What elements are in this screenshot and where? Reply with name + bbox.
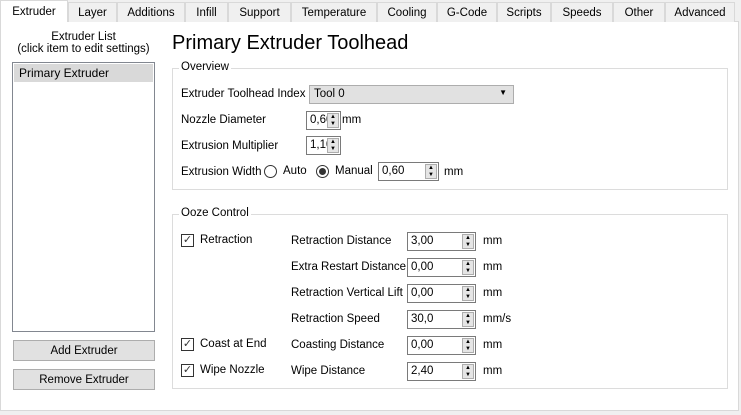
multiplier-label: Extrusion Multiplier xyxy=(181,140,279,152)
spin-arrows-icon[interactable]: ▲ ▼ xyxy=(462,364,474,379)
retraction-vertical-lift-unit: mm xyxy=(483,287,503,299)
auto-radio[interactable] xyxy=(264,165,277,178)
tab-temperature[interactable]: Temperature xyxy=(291,2,377,22)
tab-additions[interactable]: Additions xyxy=(117,2,185,22)
spin-arrows-icon[interactable]: ▲ ▼ xyxy=(462,312,474,327)
retraction-vertical-lift-label: Retraction Vertical Lift xyxy=(291,287,403,299)
coast-at-end-checkbox[interactable]: ✓ xyxy=(181,338,194,351)
retraction-vertical-lift-spinbox[interactable]: 0,00 ▲ ▼ xyxy=(407,284,476,303)
manual-radio[interactable] xyxy=(316,165,329,178)
coasting-distance-unit: mm xyxy=(483,339,503,351)
retraction-label: Retraction xyxy=(200,234,253,246)
spin-arrows-icon[interactable]: ▲ ▼ xyxy=(462,286,474,301)
wipe-nozzle-label: Wipe Nozzle xyxy=(200,364,265,376)
coasting-distance-spinbox[interactable]: 0,00 ▲ ▼ xyxy=(407,336,476,355)
retraction-speed-unit: mm/s xyxy=(483,313,512,325)
checkmark-icon: ✓ xyxy=(182,338,193,350)
nozzle-label: Nozzle Diameter xyxy=(181,114,266,126)
tab-other[interactable]: Other xyxy=(613,2,665,22)
tab-gcode[interactable]: G-Code xyxy=(437,2,497,22)
remove-extruder-button[interactable]: Remove Extruder xyxy=(13,369,155,390)
retraction-speed-label: Retraction Speed xyxy=(291,313,380,325)
tab-scripts[interactable]: Scripts xyxy=(497,2,551,22)
toolhead-dropdown[interactable]: Tool 0 ▼ xyxy=(309,85,514,104)
nozzle-diameter-spinbox[interactable]: 0,60 ▲ ▼ xyxy=(306,111,341,130)
auto-label: Auto xyxy=(283,165,307,177)
spin-arrows-icon[interactable]: ▲ ▼ xyxy=(425,164,437,179)
extra-restart-distance-spinbox[interactable]: 0,00 ▲ ▼ xyxy=(407,258,476,277)
spin-arrows-icon[interactable]: ▲ ▼ xyxy=(462,338,474,353)
checkmark-icon: ✓ xyxy=(182,234,193,246)
retraction-distance-label: Retraction Distance xyxy=(291,235,392,247)
extrusion-multiplier-spinbox[interactable]: 1,10 ▲ ▼ xyxy=(306,136,341,155)
toolhead-label: Extruder Toolhead Index xyxy=(181,88,306,100)
extruder-list[interactable]: Primary Extruder xyxy=(12,62,155,332)
extruder-list-hint: (click item to edit settings) xyxy=(17,43,150,55)
spin-arrows-icon[interactable]: ▲ ▼ xyxy=(327,138,339,153)
retraction-speed-spinbox[interactable]: 30,0 ▲ ▼ xyxy=(407,310,476,329)
wipe-distance-label: Wipe Distance xyxy=(291,365,366,377)
width-unit: mm xyxy=(444,166,464,178)
checkmark-icon: ✓ xyxy=(182,364,193,376)
tab-support[interactable]: Support xyxy=(228,2,291,22)
spin-arrows-icon[interactable]: ▲ ▼ xyxy=(462,234,474,249)
tab-extruder[interactable]: Extruder xyxy=(0,0,68,22)
list-item[interactable]: Primary Extruder xyxy=(14,64,153,82)
tab-infill[interactable]: Infill xyxy=(185,2,228,22)
add-extruder-button[interactable]: Add Extruder xyxy=(13,340,155,361)
chevron-down-icon: ▼ xyxy=(499,88,507,97)
wipe-nozzle-checkbox[interactable]: ✓ xyxy=(181,364,194,377)
extrusion-width-label: Extrusion Width xyxy=(181,166,262,178)
tab-cooling[interactable]: Cooling xyxy=(377,2,437,22)
wipe-distance-unit: mm xyxy=(483,365,503,377)
tab-layer[interactable]: Layer xyxy=(68,2,117,22)
page-title: Primary Extruder Toolhead xyxy=(172,32,409,54)
spin-arrows-icon[interactable]: ▲ ▼ xyxy=(327,113,339,128)
retraction-distance-spinbox[interactable]: 3,00 ▲ ▼ xyxy=(407,232,476,251)
extra-restart-distance-label: Extra Restart Distance xyxy=(291,261,407,273)
ooze-control-label: Ooze Control xyxy=(179,207,251,219)
retraction-checkbox[interactable]: ✓ xyxy=(181,234,194,247)
tab-advanced[interactable]: Advanced xyxy=(665,2,735,22)
coasting-distance-label: Coasting Distance xyxy=(291,339,385,351)
spin-arrows-icon[interactable]: ▲ ▼ xyxy=(462,260,474,275)
tab-speeds[interactable]: Speeds xyxy=(551,2,613,22)
retraction-distance-unit: mm xyxy=(483,235,503,247)
extruder-list-label: Extruder List xyxy=(51,31,116,43)
nozzle-unit: mm xyxy=(342,114,362,126)
extra-restart-distance-unit: mm xyxy=(483,261,503,273)
extrusion-width-spinbox[interactable]: 0,60 ▲ ▼ xyxy=(378,162,439,181)
overview-label: Overview xyxy=(179,61,231,73)
manual-label: Manual xyxy=(335,165,373,177)
coast-at-end-label: Coast at End xyxy=(200,338,267,350)
wipe-distance-spinbox[interactable]: 2,40 ▲ ▼ xyxy=(407,362,476,381)
toolhead-value: Tool 0 xyxy=(314,88,345,100)
